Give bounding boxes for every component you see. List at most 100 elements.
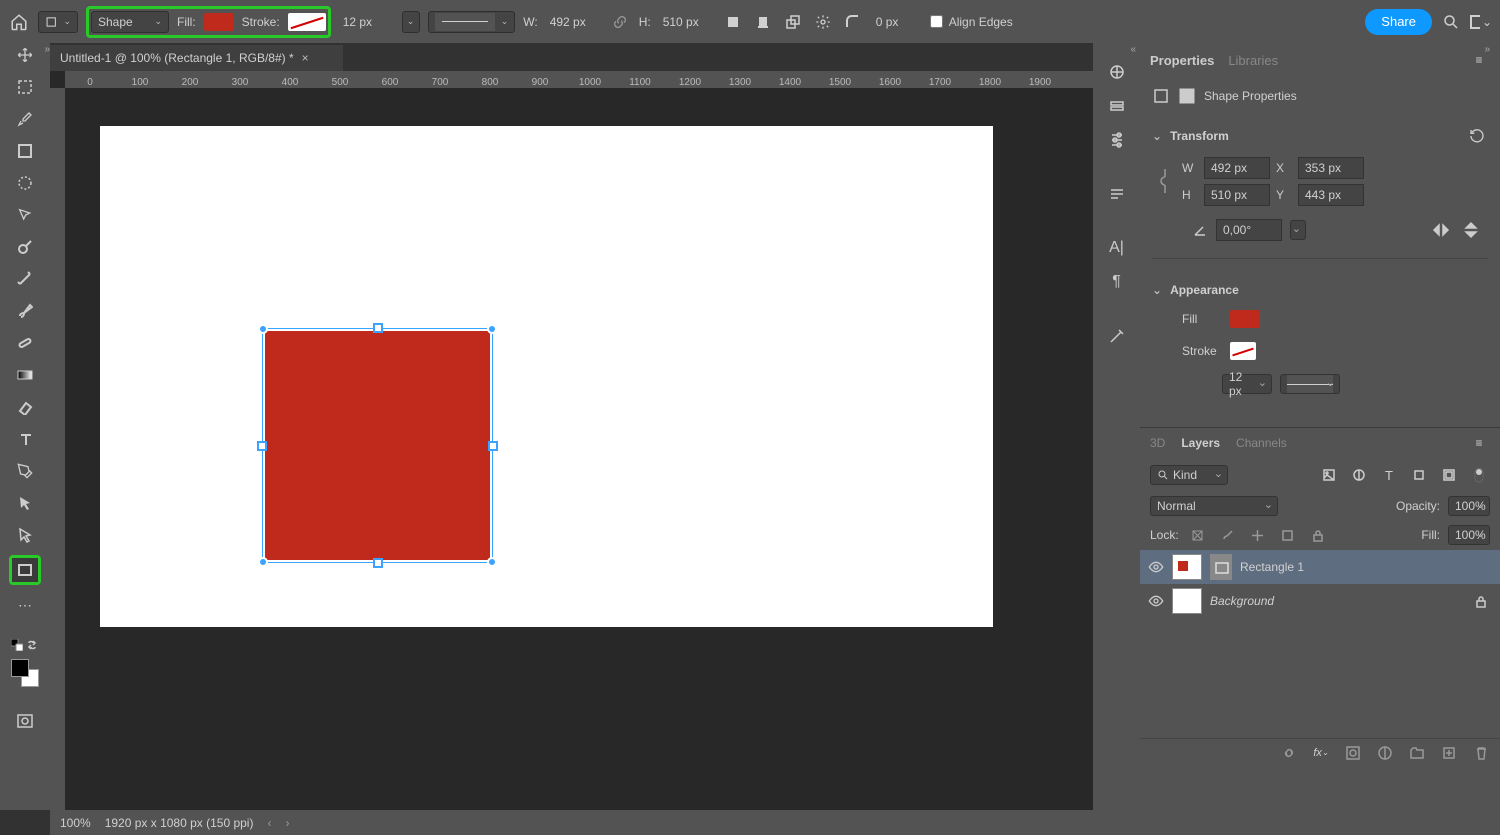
fill-swatch[interactable] [204, 13, 234, 31]
path-select-tool[interactable] [12, 491, 38, 515]
eyedropper-tool[interactable] [12, 107, 38, 131]
status-prev-icon[interactable]: ‹ [267, 816, 271, 830]
rectangle-tool[interactable] [12, 558, 38, 582]
handle-tl[interactable] [258, 324, 268, 334]
visibility-icon[interactable] [1148, 559, 1164, 575]
chevron-down-icon[interactable]: ⌄ [1152, 283, 1162, 297]
new-layer-icon[interactable] [1438, 742, 1460, 764]
type-tool[interactable] [12, 427, 38, 451]
tab-channels[interactable]: Channels [1236, 436, 1287, 450]
link-layers-icon[interactable] [1278, 742, 1300, 764]
flip-h-icon[interactable] [1430, 219, 1452, 241]
filter-toggle-icon[interactable] [1468, 464, 1490, 486]
lock-position-icon[interactable] [1247, 524, 1269, 546]
arrange-icon[interactable] [782, 11, 804, 33]
w-value[interactable]: 492 px [1204, 157, 1270, 179]
link-wh-icon[interactable] [609, 11, 631, 33]
paragraph-panel-icon[interactable] [1093, 177, 1140, 211]
reset-transform-icon[interactable] [1466, 125, 1488, 147]
appearance-fill-swatch[interactable] [1230, 310, 1260, 328]
character-panel-icon[interactable]: A| [1093, 231, 1140, 265]
swap-colors-icon[interactable] [27, 639, 39, 651]
tool-preset-dropdown[interactable]: ⌄ [38, 11, 78, 33]
handle-bl[interactable] [258, 557, 268, 567]
handle-br[interactable] [487, 557, 497, 567]
color-panel-icon[interactable] [1093, 55, 1140, 89]
search-icon[interactable] [1440, 11, 1462, 33]
stroke-width-dd[interactable]: ⌄ [402, 11, 420, 33]
filter-adjust-icon[interactable] [1348, 464, 1370, 486]
shape-mode-dropdown[interactable]: Shape⌄ [91, 11, 169, 33]
vertical-ruler[interactable] [50, 88, 65, 810]
handle-r[interactable] [488, 441, 498, 451]
tools-panel-icon[interactable] [1093, 319, 1140, 353]
adjustment-add-icon[interactable] [1374, 742, 1396, 764]
mask-add-icon[interactable] [1342, 742, 1364, 764]
h-value[interactable]: 510 px [1204, 184, 1270, 206]
corner-radius-icon[interactable] [842, 11, 864, 33]
flip-v-icon[interactable] [1460, 219, 1482, 241]
filter-type-icon[interactable]: T [1378, 464, 1400, 486]
direct-select-tool[interactable] [12, 523, 38, 547]
color-swatches[interactable] [11, 659, 39, 687]
link-size-icon[interactable] [1154, 157, 1176, 205]
stroke-swatch[interactable] [288, 13, 326, 31]
group-icon[interactable] [1406, 742, 1428, 764]
zoom-level[interactable]: 100% [60, 816, 91, 830]
fx-icon[interactable]: fx⌄ [1310, 742, 1332, 764]
lock-icon[interactable] [1470, 590, 1492, 612]
wand-tool[interactable] [12, 267, 38, 291]
more-tools[interactable]: ⋯ [12, 593, 38, 617]
fill-opacity-dd[interactable]: 100% [1448, 525, 1490, 545]
brush-selection-tool[interactable] [12, 235, 38, 259]
path-ops-icon[interactable] [722, 11, 744, 33]
appearance-stroke-swatch[interactable] [1230, 342, 1256, 360]
blend-mode-dd[interactable]: Normal [1150, 496, 1278, 516]
gradient-tool[interactable] [12, 363, 38, 387]
kind-filter-dd[interactable]: Kind [1150, 465, 1228, 485]
x-value[interactable]: 353 px [1298, 157, 1364, 179]
visibility-icon[interactable] [1148, 593, 1164, 609]
share-button[interactable]: Share [1365, 9, 1432, 35]
appearance-stroke-style[interactable] [1280, 374, 1340, 394]
align-edges-toggle[interactable]: Align Edges [930, 15, 1013, 29]
handle-l[interactable] [257, 441, 267, 451]
opacity-dd[interactable]: 100% [1448, 496, 1490, 516]
crop-tool[interactable] [12, 139, 38, 163]
document-tab[interactable]: Untitled-1 @ 100% (Rectangle 1, RGB/8#) … [50, 45, 343, 71]
layer-name[interactable]: Background [1210, 594, 1274, 608]
angle-value[interactable]: 0,00° [1216, 219, 1282, 241]
width-input[interactable] [546, 11, 601, 33]
tab-3d[interactable]: 3D [1150, 436, 1165, 450]
path-align-icon[interactable] [752, 11, 774, 33]
brush-tool[interactable] [12, 299, 38, 323]
expand-icon[interactable]: » [0, 43, 50, 55]
radius-input[interactable] [872, 11, 922, 33]
layer-name[interactable]: Rectangle 1 [1240, 560, 1304, 574]
pen-tool[interactable] [12, 459, 38, 483]
tab-layers[interactable]: Layers [1181, 436, 1220, 450]
artboard-tool[interactable] [12, 75, 38, 99]
height-input[interactable] [659, 11, 714, 33]
appearance-stroke-width[interactable]: 12 px [1222, 374, 1272, 394]
gear-icon[interactable] [812, 11, 834, 33]
collapse-arrow-icon[interactable]: « [1093, 43, 1136, 55]
paragraph-icon[interactable]: ¶ [1093, 265, 1140, 299]
lock-pixels-icon[interactable] [1187, 524, 1209, 546]
heal-tool[interactable] [12, 331, 38, 355]
lock-artboard-icon[interactable] [1277, 524, 1299, 546]
filter-smart-icon[interactable] [1438, 464, 1460, 486]
eraser-tool[interactable] [12, 395, 38, 419]
status-next-icon[interactable]: › [285, 816, 289, 830]
adjustments-panel-icon[interactable] [1093, 123, 1140, 157]
align-edges-checkbox[interactable] [930, 15, 943, 28]
y-value[interactable]: 443 px [1298, 184, 1364, 206]
layer-row-rectangle[interactable]: Rectangle 1 [1140, 550, 1500, 584]
panel-collapse-icon[interactable]: » [1140, 43, 1496, 55]
workspace-icon[interactable]: ⌄ [1470, 11, 1492, 33]
stroke-width-input[interactable] [339, 11, 394, 33]
lock-brush-icon[interactable] [1217, 524, 1239, 546]
lock-all-icon[interactable] [1307, 524, 1329, 546]
horizontal-ruler[interactable]: 0100200300400500600700800900100011001200… [65, 71, 1093, 88]
angle-dd[interactable] [1290, 220, 1306, 240]
